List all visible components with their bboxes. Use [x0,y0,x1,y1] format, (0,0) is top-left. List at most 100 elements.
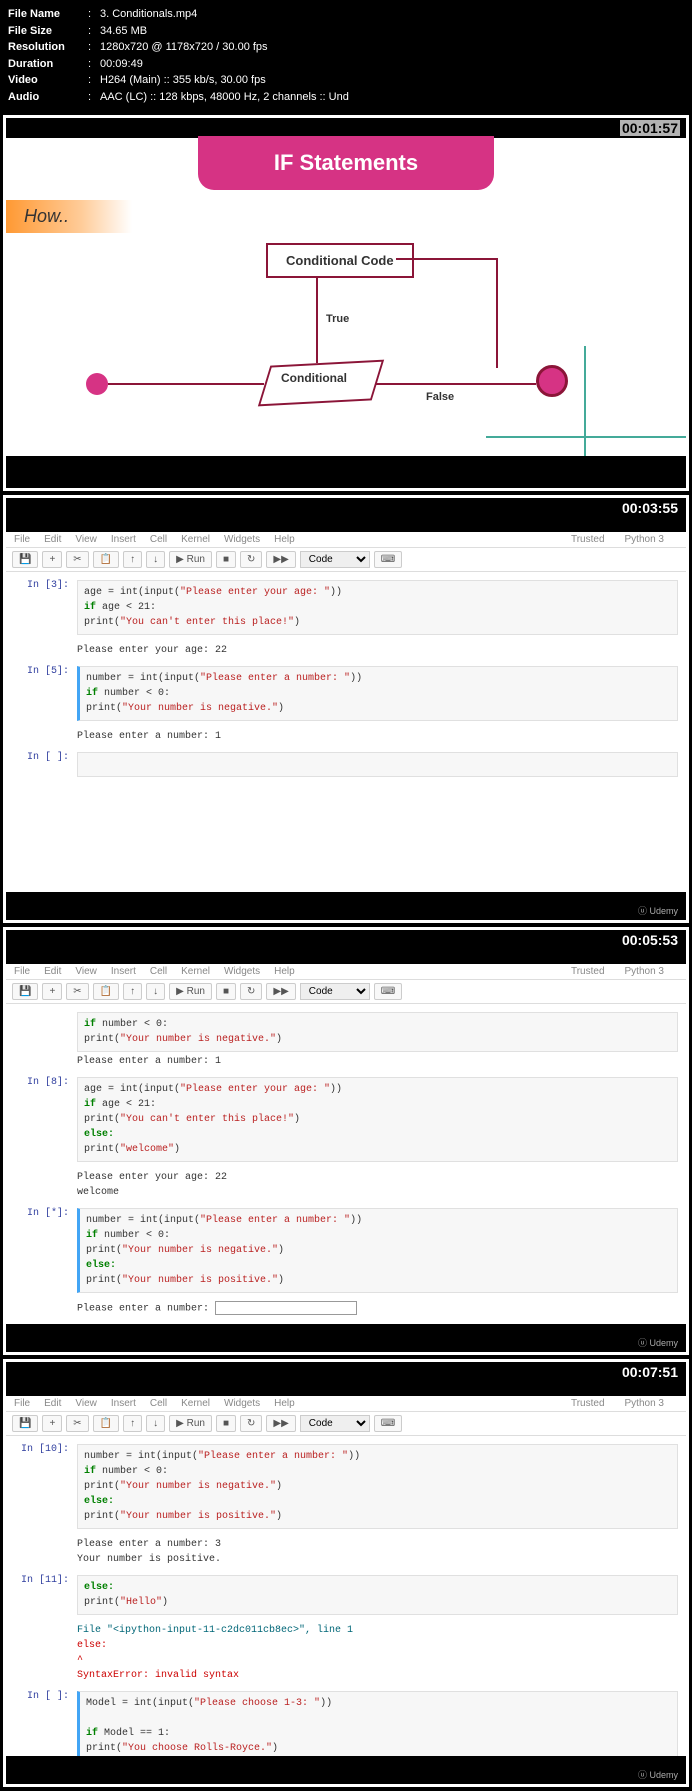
keyboard-icon[interactable]: ⌨ [374,551,402,568]
flowchart-conditional-code-box: Conditional Code [266,243,414,278]
menu-kernel[interactable]: Kernel [181,1398,210,1409]
run-all-icon[interactable]: ▶▶ [266,983,295,1000]
menu-edit[interactable]: Edit [44,534,61,545]
menu-insert[interactable]: Insert [111,966,136,977]
video-frame-3: 00:05:53 FileEditViewInsertCellKernelWid… [3,927,689,1355]
cell-prompt: In [*]: [14,1208,77,1293]
menu-file[interactable]: File [14,966,30,977]
menu-help[interactable]: Help [274,966,295,977]
menu-edit[interactable]: Edit [44,966,61,977]
run-all-icon[interactable]: ▶▶ [266,551,295,568]
save-icon[interactable]: 💾 [12,983,38,1000]
cut-icon[interactable]: ✂ [66,551,88,568]
meta-filename-label: File Name [8,6,88,23]
udemy-watermark: ⓤ Udemy [638,1768,678,1781]
menu-cell[interactable]: Cell [150,1398,167,1409]
menu-file[interactable]: File [14,534,30,545]
kernel-indicator: Python 3 [625,1398,664,1409]
menu-insert[interactable]: Insert [111,1398,136,1409]
menu-widgets[interactable]: Widgets [224,534,260,545]
decorative-line [584,346,586,456]
cut-icon[interactable]: ✂ [66,983,88,1000]
menu-file[interactable]: File [14,1398,30,1409]
menu-help[interactable]: Help [274,534,295,545]
move-down-icon[interactable]: ↓ [146,983,165,1000]
copy-icon[interactable]: 📋 [93,1415,119,1432]
stop-icon[interactable]: ■ [216,1415,236,1432]
cell-type-select[interactable]: Code [300,983,370,1000]
stop-icon[interactable]: ■ [216,551,236,568]
menu-widgets[interactable]: Widgets [224,966,260,977]
menu-kernel[interactable]: Kernel [181,966,210,977]
trusted-indicator: Trusted [571,966,605,977]
cut-icon[interactable]: ✂ [66,1415,88,1432]
restart-icon[interactable]: ↻ [240,1415,262,1432]
timestamp-1: 00:01:57 [620,120,680,136]
code-cell-11[interactable]: In [11]:else: print("Hello") [14,1575,678,1615]
menu-kernel[interactable]: Kernel [181,534,210,545]
menu-cell[interactable]: Cell [150,534,167,545]
cell-error-output: File "<ipython-input-11-c2dc011cb8ec>", … [77,1621,678,1691]
meta-resolution: 1280x720 @ 1178x720 / 30.00 fps [100,39,268,56]
menu-insert[interactable]: Insert [111,534,136,545]
restart-icon[interactable]: ↻ [240,551,262,568]
move-up-icon[interactable]: ↑ [123,551,142,568]
add-cell-button[interactable]: + [42,551,62,568]
keyboard-icon[interactable]: ⌨ [374,1415,402,1432]
menu-view[interactable]: View [75,966,97,977]
keyboard-icon[interactable]: ⌨ [374,983,402,1000]
meta-filename: 3. Conditionals.mp4 [100,6,197,23]
flowchart-end-dot [536,365,568,397]
code-cell-5[interactable]: In [5]:number = int(input("Please enter … [14,666,678,721]
copy-icon[interactable]: 📋 [93,551,119,568]
menu-view[interactable]: View [75,534,97,545]
partial-cell[interactable]: if number < 0: print("Your number is neg… [77,1012,678,1052]
meta-filesize: 34.65 MB [100,23,147,40]
add-cell-button[interactable]: + [42,983,62,1000]
copy-icon[interactable]: 📋 [93,983,119,1000]
decorative-line [486,436,686,438]
how-label: How.. [6,200,132,233]
video-frame-2: 00:03:55 FileEditViewInsertCellKernelWid… [3,495,689,923]
save-icon[interactable]: 💾 [12,1415,38,1432]
code-cell-empty[interactable]: In [ ]: [14,752,678,777]
restart-icon[interactable]: ↻ [240,983,262,1000]
code-cell-3[interactable]: In [3]:age = int(input("Please enter you… [14,580,678,635]
jupyter-toolbar: 💾 + ✂ 📋 ↑ ↓ ▶ Run ■ ↻ ▶▶ Code ⌨ [6,1412,686,1436]
run-button[interactable]: ▶ Run [169,1415,212,1432]
menu-widgets[interactable]: Widgets [224,1398,260,1409]
jupyter-menubar[interactable]: FileEditViewInsertCellKernelWidgetsHelp … [6,532,686,548]
file-metadata: File Name:3. Conditionals.mp4 File Size:… [0,0,692,111]
flowchart-false-label: False [426,391,454,403]
move-down-icon[interactable]: ↓ [146,1415,165,1432]
move-up-icon[interactable]: ↑ [123,1415,142,1432]
stdin-input[interactable] [215,1301,357,1315]
code-cell-model[interactable]: In [ ]:Model = int(input("Please choose … [14,1691,678,1756]
video-frame-1: 00:01:57 IF Statements How.. Conditional… [3,115,689,491]
add-cell-button[interactable]: + [42,1415,62,1432]
meta-duration-label: Duration [8,56,88,73]
jupyter-menubar[interactable]: FileEditViewInsertCellKernelWidgetsHelp … [6,1396,686,1412]
code-cell-running[interactable]: In [*]:number = int(input("Please enter … [14,1208,678,1293]
move-up-icon[interactable]: ↑ [123,983,142,1000]
menu-view[interactable]: View [75,1398,97,1409]
code-cell-10[interactable]: In [10]:number = int(input("Please enter… [14,1444,678,1529]
cell-type-select[interactable]: Code [300,551,370,568]
flowchart-line [376,383,536,385]
cell-type-select[interactable]: Code [300,1415,370,1432]
cell-output: Please enter your age: 22 [77,641,678,666]
menu-edit[interactable]: Edit [44,1398,61,1409]
menu-cell[interactable]: Cell [150,966,167,977]
menu-help[interactable]: Help [274,1398,295,1409]
cell-output: Please enter a number: 1 [77,727,678,752]
jupyter-menubar[interactable]: FileEditViewInsertCellKernelWidgetsHelp … [6,964,686,980]
run-all-icon[interactable]: ▶▶ [266,1415,295,1432]
move-down-icon[interactable]: ↓ [146,551,165,568]
stop-icon[interactable]: ■ [216,983,236,1000]
code-cell-8[interactable]: In [8]:age = int(input("Please enter you… [14,1077,678,1162]
run-button[interactable]: ▶ Run [169,551,212,568]
kernel-indicator: Python 3 [625,966,664,977]
run-button[interactable]: ▶ Run [169,983,212,1000]
save-icon[interactable]: 💾 [12,551,38,568]
flowchart-line [396,258,496,260]
